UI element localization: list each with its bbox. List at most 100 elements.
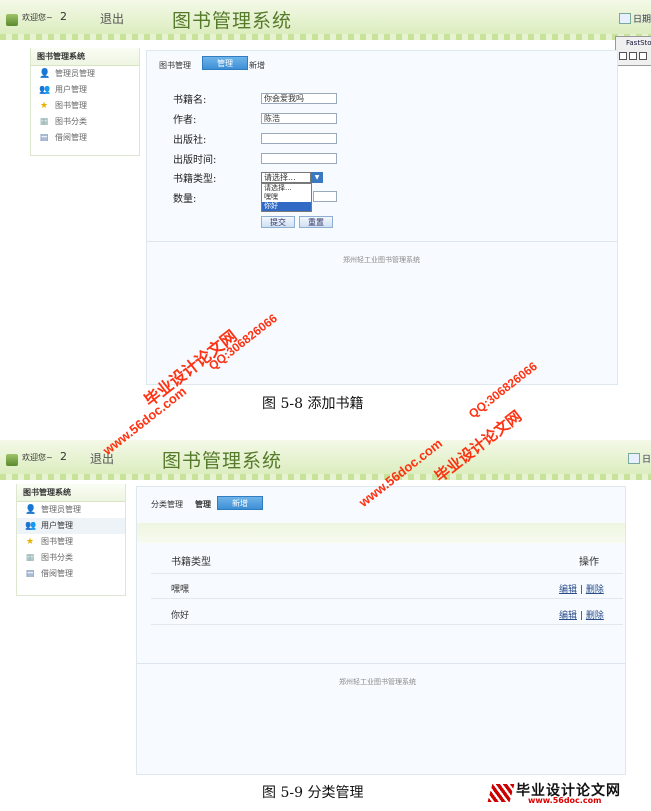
toolbar: 图书管理 管理 新增 <box>147 51 617 77</box>
quantity-label: 数量: <box>173 194 197 205</box>
publisher-label: 出版社: <box>173 135 207 146</box>
pubdate-label: 出版时间: <box>173 155 217 166</box>
sidebar-item-label: 图书分类 <box>55 117 87 126</box>
book-type-select[interactable]: 请选择... ▼ <box>261 172 323 183</box>
publisher-input[interactable] <box>261 133 337 144</box>
delete-link[interactable]: 删除 <box>586 585 604 595</box>
table-row: 嘿嘿 编辑 | 删除 <box>151 574 623 599</box>
screenshot-add-book: 欢迎您~ 2 退出 图书管理系统 日期 FastSto 图书管理系统 👤 管理员管… <box>0 0 651 385</box>
dropdown-option[interactable]: 请选择... <box>262 184 311 193</box>
delete-link[interactable]: 删除 <box>586 611 604 621</box>
manage-button[interactable]: 管理 <box>202 56 248 70</box>
admin-icon: 👤 <box>25 505 37 515</box>
sidebar-item-admin[interactable]: 👤 管理员管理 <box>17 502 125 518</box>
grid-icon: ▦ <box>25 553 35 563</box>
date-link[interactable]: 日 <box>627 452 651 465</box>
edit-link[interactable]: 编辑 <box>559 611 577 621</box>
divider <box>137 663 625 664</box>
card-icon: ▤ <box>25 569 35 579</box>
new-button[interactable]: 新增 <box>249 60 265 71</box>
submit-button[interactable]: 提交 <box>261 216 295 228</box>
main-panel: 分类管理 管理 新增 书籍类型 操作 嘿嘿 编辑 | 删除 你好 编辑 | 删除… <box>136 486 626 775</box>
book-name-input[interactable]: 你会爱我吗 <box>261 93 337 104</box>
capture-region-icon[interactable] <box>639 52 647 60</box>
user-icon: 👥 <box>39 85 51 95</box>
sidebar-item-books[interactable]: ★ 图书管理 <box>17 534 125 550</box>
header-stripe <box>0 474 651 480</box>
dropdown-option-highlighted[interactable]: 你好 <box>262 202 311 211</box>
table-row: 你好 编辑 | 删除 <box>151 600 623 625</box>
toolbar-title: 图书管理 <box>159 61 191 70</box>
author-input[interactable]: 陈浩 <box>261 113 337 124</box>
category-name: 你好 <box>171 611 190 621</box>
link-separator: | <box>579 611 583 621</box>
manage-tab[interactable]: 管理 <box>195 499 211 510</box>
capture-window-icon[interactable] <box>619 52 627 60</box>
footer-text: 郑州轻工业图书管理系统 <box>343 256 420 264</box>
category-name: 嘿嘿 <box>171 585 190 595</box>
header-stripe <box>0 34 651 40</box>
sidebar-item-label: 用户管理 <box>41 521 73 530</box>
sidebar-item-label: 管理员管理 <box>41 505 81 514</box>
screenshot-category-manage: 欢迎您~ 2 退出 图书管理系统 日 图书管理系统 👤 管理员管理 👥 用户管理 ★… <box>0 440 651 775</box>
figure-caption-5-9: 图 5-9 分类管理 <box>262 785 364 801</box>
grid-icon: ▦ <box>39 117 49 127</box>
sidebar-item-borrow[interactable]: ▤ 借阅管理 <box>31 130 139 146</box>
star-icon: ★ <box>39 101 49 111</box>
header-bar: 欢迎您~ 2 退出 图书管理系统 日 <box>0 440 651 480</box>
welcome-text: 欢迎您~ <box>22 453 53 462</box>
faststone-title: FastSto <box>626 39 651 47</box>
column-header-operation: 操作 <box>579 557 599 568</box>
link-separator: | <box>579 585 583 595</box>
admin-icon: 👤 <box>39 69 51 79</box>
sidebar-item-label: 管理员管理 <box>55 69 95 78</box>
user-icon: 👥 <box>25 521 37 531</box>
divider <box>147 241 617 242</box>
sidebar-item-category[interactable]: ▦ 图书分类 <box>31 114 139 130</box>
edit-link[interactable]: 编辑 <box>559 585 577 595</box>
sidebar: 图书管理系统 👤 管理员管理 👥 用户管理 ★ 图书管理 ▦ 图书分类 ▤ 借阅管理 <box>16 484 126 596</box>
welcome-text: 欢迎您~ <box>22 13 53 22</box>
book-name-label: 书籍名: <box>173 95 207 106</box>
sidebar-item-label: 图书管理 <box>41 537 73 546</box>
date-link[interactable]: 日期 <box>618 12 651 25</box>
sidebar-title: 图书管理系统 <box>31 48 139 66</box>
dropdown-option[interactable]: 嘿嘿 <box>262 193 311 202</box>
system-title: 图书管理系统 <box>172 10 293 32</box>
logo-url: www.56doc.com <box>528 796 602 805</box>
book-type-dropdown[interactable]: 请选择... 嘿嘿 你好 <box>261 183 312 212</box>
system-title: 图书管理系统 <box>162 450 283 472</box>
site-logo: 毕业设计论文网 www.56doc.com <box>487 780 648 808</box>
sidebar-title: 图书管理系统 <box>17 484 125 502</box>
logout-link[interactable]: 退出 <box>100 10 124 27</box>
faststone-toolbar[interactable]: FastSto <box>615 36 651 66</box>
reset-button[interactable]: 重置 <box>299 216 333 228</box>
card-icon: ▤ <box>39 133 49 143</box>
sidebar-item-users[interactable]: 👥 用户管理 <box>31 82 139 98</box>
pubdate-input[interactable] <box>261 153 337 164</box>
sidebar-item-books[interactable]: ★ 图书管理 <box>31 98 139 114</box>
column-header-type: 书籍类型 <box>171 557 211 568</box>
user-home-icon <box>6 14 18 26</box>
book-type-label: 书籍类型: <box>173 174 217 185</box>
footer-text: 郑州轻工业图书管理系统 <box>339 678 416 686</box>
quantity-input[interactable] <box>313 191 337 202</box>
sidebar-item-admin[interactable]: 👤 管理员管理 <box>31 66 139 82</box>
logo-mark-icon <box>487 784 515 802</box>
sidebar-item-label: 图书管理 <box>55 101 87 110</box>
sidebar-item-users[interactable]: 👥 用户管理 <box>17 518 125 534</box>
username: 2 <box>60 10 67 23</box>
capture-object-icon[interactable] <box>629 52 637 60</box>
toolbar-title: 分类管理 <box>151 500 183 509</box>
book-type-selected: 请选择... <box>264 173 296 182</box>
sidebar-item-label: 图书分类 <box>41 553 73 562</box>
new-button[interactable]: 新增 <box>217 496 263 510</box>
figure-caption-5-8: 图 5-8 添加书籍 <box>262 396 364 412</box>
user-home-icon <box>6 454 18 466</box>
header-bar: 欢迎您~ 2 退出 图书管理系统 日期 <box>0 0 651 40</box>
sidebar-item-category[interactable]: ▦ 图书分类 <box>17 550 125 566</box>
star-icon: ★ <box>25 537 35 547</box>
sidebar: 图书管理系统 👤 管理员管理 👥 用户管理 ★ 图书管理 ▦ 图书分类 ▤ 借阅管理 <box>30 48 140 156</box>
chevron-down-icon[interactable]: ▼ <box>311 172 323 183</box>
sidebar-item-borrow[interactable]: ▤ 借阅管理 <box>17 566 125 582</box>
